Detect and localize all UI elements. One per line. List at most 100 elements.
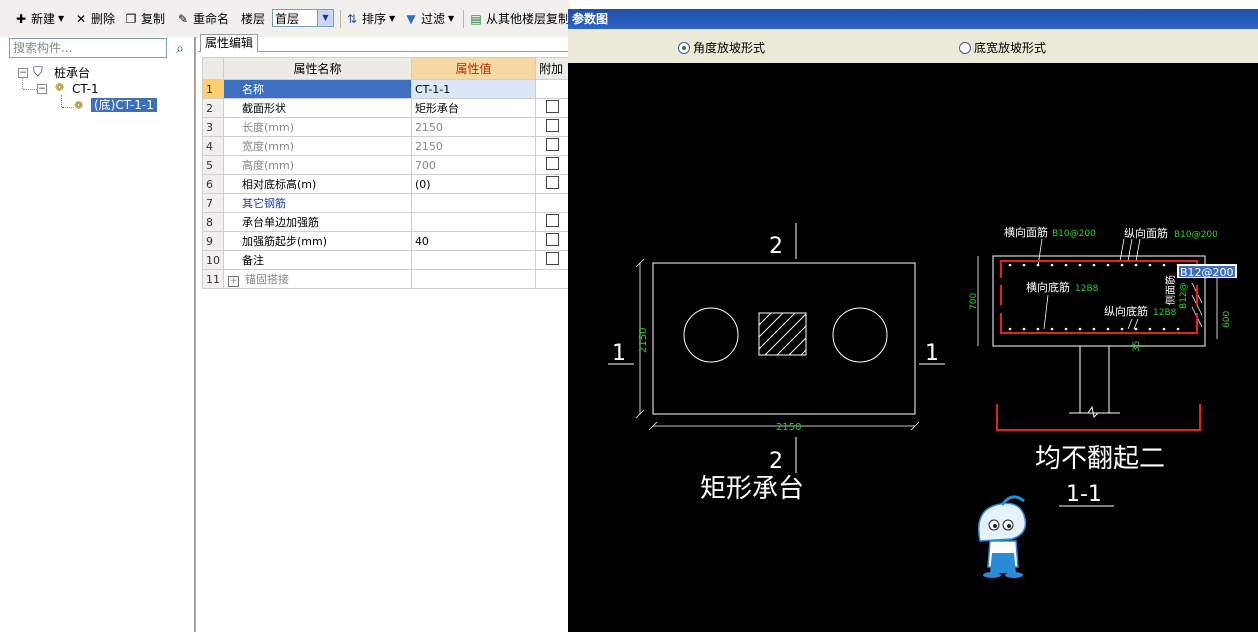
- dropdown-arrow-icon[interactable]: ▼: [317, 10, 333, 26]
- row-number: 8: [202, 212, 224, 232]
- copy-floor-icon: ▤: [470, 12, 482, 26]
- extra-checkbox[interactable]: [546, 233, 560, 246]
- property-name[interactable]: 名称: [223, 79, 412, 99]
- property-name[interactable]: 其它钢筋: [223, 193, 412, 213]
- property-editor: 属性编辑 属性名称 属性值 附加 1 名称 CT-1-1 2 截面形状 矩形承台: [198, 34, 570, 632]
- break-mark: [1087, 405, 1099, 419]
- table-row[interactable]: 10 备注: [202, 250, 570, 270]
- table-row[interactable]: 4 宽度(mm) 2150: [202, 136, 570, 156]
- extra-checkbox[interactable]: [546, 119, 560, 132]
- property-name[interactable]: 高度(mm): [223, 155, 412, 175]
- extra-checkbox[interactable]: [546, 157, 560, 170]
- extra-checkbox[interactable]: [546, 214, 560, 227]
- leader-line: [1119, 238, 1125, 262]
- property-name[interactable]: 宽度(mm): [223, 136, 412, 156]
- collapse-icon[interactable]: −: [18, 68, 28, 78]
- sort-button[interactable]: ⇅ 排序 ▼: [345, 10, 395, 28]
- property-value[interactable]: CT-1-1: [410, 79, 537, 99]
- collapse-icon[interactable]: −: [37, 84, 47, 94]
- radio-width-slope[interactable]: 底宽放坡形式: [959, 39, 1046, 56]
- extra-checkbox[interactable]: [546, 252, 560, 265]
- new-label: 新建: [31, 12, 56, 26]
- dim-700: 700: [969, 293, 979, 310]
- component-tree-panel: 搜索构件... ⌕ − ⛉ 桩承台 − ❁ CT-1 ❁ (底)CT-1-1: [0, 37, 196, 632]
- value-side-bar[interactable]: B12@200: [1180, 266, 1234, 279]
- tree-connector: [61, 95, 62, 107]
- table-row[interactable]: 11 + 锚固搭接: [202, 269, 570, 289]
- table-row[interactable]: 1 名称 CT-1-1: [202, 79, 570, 99]
- table-row[interactable]: 6 相对底标高(m) (0): [202, 174, 570, 194]
- copy-from-floor-button[interactable]: ▤ 从其他楼层复制: [469, 10, 570, 28]
- extra-cell: [535, 269, 570, 289]
- copy-icon: ❐: [125, 12, 137, 26]
- property-name[interactable]: 加强筋起步(mm): [223, 231, 412, 251]
- tree-root[interactable]: 桩承台: [54, 66, 90, 80]
- dialog-title[interactable]: 参数图: [568, 9, 1258, 29]
- property-value[interactable]: (0): [410, 174, 537, 194]
- underside-rebar: [996, 404, 1201, 431]
- property-value[interactable]: [410, 193, 537, 213]
- property-value[interactable]: [410, 250, 537, 270]
- header-extra[interactable]: 附加: [535, 57, 570, 80]
- dim-600: 600: [1222, 311, 1232, 328]
- mascot-icon[interactable]: [978, 495, 1027, 578]
- table-row[interactable]: 7 其它钢筋: [202, 193, 570, 213]
- property-name[interactable]: 锚固搭接: [245, 273, 289, 286]
- leader-line: [1127, 238, 1133, 262]
- header-name[interactable]: 属性名称: [223, 57, 412, 80]
- property-name[interactable]: 相对底标高(m): [223, 174, 412, 194]
- table-row[interactable]: 2 截面形状 矩形承台: [202, 98, 570, 118]
- tree-item-selected[interactable]: (底)CT-1-1: [91, 98, 157, 112]
- expand-icon[interactable]: +: [228, 276, 239, 287]
- property-value[interactable]: 2150: [410, 136, 537, 156]
- floor-select[interactable]: 首层 ▼: [272, 9, 334, 27]
- hatch-line: [800, 349, 807, 356]
- property-value[interactable]: 矩形承台: [410, 98, 537, 118]
- pile-left: [683, 307, 739, 363]
- table-row[interactable]: 9 加强筋起步(mm) 40: [202, 231, 570, 251]
- chevron-down-icon: ▼: [58, 14, 65, 23]
- hatch-line: [758, 312, 784, 338]
- radio-unchecked-icon[interactable]: [959, 41, 971, 54]
- tree-item-ct1[interactable]: CT-1: [72, 82, 99, 96]
- hatch-line: [758, 312, 772, 326]
- radio-angle-slope[interactable]: 角度放坡形式: [678, 39, 765, 56]
- copy-button[interactable]: ❐ 复制: [124, 10, 165, 28]
- radio-checked-icon[interactable]: [678, 41, 690, 54]
- tab-property-edit[interactable]: 属性编辑: [200, 34, 259, 52]
- extra-checkbox[interactable]: [546, 100, 560, 113]
- new-button[interactable]: ✚ 新建 ▼: [14, 10, 64, 28]
- property-value[interactable]: 700: [410, 155, 537, 175]
- extra-checkbox[interactable]: [546, 138, 560, 151]
- property-value[interactable]: [410, 269, 537, 289]
- table-row[interactable]: 8 承台单边加强筋: [202, 212, 570, 232]
- delete-button[interactable]: ✕ 删除: [74, 10, 115, 28]
- property-name[interactable]: 长度(mm): [223, 117, 412, 137]
- property-value[interactable]: 2150: [410, 117, 537, 137]
- sort-icon: ⇅: [346, 12, 358, 26]
- slope-options-bar: 角度放坡形式 底宽放坡形式: [568, 29, 1258, 63]
- tree-connector: [22, 78, 23, 89]
- property-value[interactable]: 40: [410, 231, 537, 251]
- value-bottom-bar-v: 12B8: [1153, 308, 1177, 318]
- extra-checkbox[interactable]: [546, 176, 560, 189]
- label-top-bar-v: 纵向面筋: [1124, 226, 1168, 240]
- table-row[interactable]: 3 长度(mm) 2150: [202, 117, 570, 137]
- copy-from-floor-label: 从其他楼层复制: [486, 12, 571, 26]
- label-side-bar: 侧面筋: [1164, 275, 1177, 305]
- property-name[interactable]: 备注: [223, 250, 412, 270]
- parameter-drawing-dialog: 参数图 角度放坡形式 底宽放坡形式 2 2 1 1 矩形承台 2150 2150…: [568, 9, 1258, 632]
- filter-button[interactable]: ▼ 过滤 ▼: [404, 10, 454, 28]
- drawing-canvas: 2 2 1 1 矩形承台 2150 2150 横向面筋 B10@200 纵向面筋…: [608, 223, 1237, 578]
- header-value[interactable]: 属性值: [410, 57, 537, 80]
- floor-label: 楼层: [241, 10, 265, 28]
- rename-button[interactable]: ✎ 重命名: [176, 10, 229, 28]
- table-row[interactable]: 5 高度(mm) 700: [202, 155, 570, 175]
- pile-cap-icon: ⛉: [33, 65, 43, 80]
- search-icon[interactable]: ⌕: [171, 40, 189, 58]
- chevron-down-icon: ▼: [448, 14, 455, 23]
- property-value[interactable]: [410, 212, 537, 232]
- property-name[interactable]: 承台单边加强筋: [223, 212, 412, 232]
- property-name[interactable]: 截面形状: [223, 98, 412, 118]
- search-input[interactable]: 搜索构件...: [9, 38, 167, 58]
